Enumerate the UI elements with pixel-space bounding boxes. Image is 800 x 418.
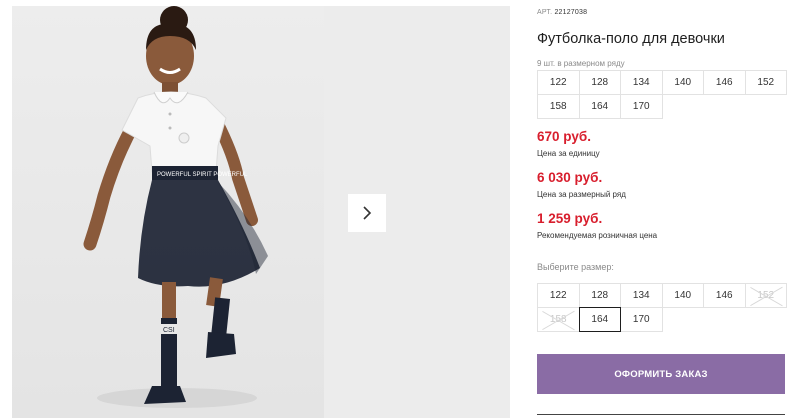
size-selector-grid: 122 128 134 140 146 152 158 164 170	[537, 283, 787, 332]
product-info-panel: АРТ. 22127038 Футболка-поло для девочки …	[537, 0, 800, 418]
product-photo[interactable]: POWERFUL SPIRIT POWERFUL CSI	[12, 6, 324, 418]
divider	[537, 414, 785, 415]
size-option-152-unavailable: 152	[744, 283, 787, 308]
product-title: Футболка-поло для девочки	[537, 31, 725, 47]
series-size-cell: 170	[620, 94, 663, 119]
size-option-128[interactable]: 128	[578, 283, 621, 308]
unit-price: 670 руб.	[537, 129, 591, 144]
series-note: 9 шт. в размерном ряду	[537, 59, 625, 68]
size-option-158-unavailable: 158	[537, 307, 580, 332]
size-option-146[interactable]: 146	[703, 283, 746, 308]
series-price: 6 030 руб.	[537, 170, 603, 185]
series-size-cell: 158	[537, 94, 580, 119]
series-size-cell: 122	[537, 70, 580, 95]
svg-text:POWERFUL SPIRIT POWERFUL: POWERFUL SPIRIT POWERFUL	[157, 172, 248, 178]
series-sizes-grid: 122 128 134 140 146 152 158 164 170	[537, 70, 787, 119]
series-size-cell: 152	[744, 70, 787, 95]
size-option-134[interactable]: 134	[620, 283, 663, 308]
size-option-164-selected[interactable]: 164	[578, 307, 621, 332]
article-label: АРТ.	[537, 9, 553, 16]
series-size-cell: 164	[578, 94, 621, 119]
series-size-cell: 134	[620, 70, 663, 95]
retail-price-label: Рекомендуемая розничная цена	[537, 231, 658, 240]
size-option-170[interactable]: 170	[620, 307, 663, 332]
svg-text:CSI: CSI	[163, 327, 175, 334]
choose-size-label: Выберите размер:	[537, 262, 614, 272]
series-price-label: Цена за размерный ряд	[537, 190, 626, 199]
article-number: АРТ. 22127038	[537, 9, 587, 16]
article-value: 22127038	[554, 9, 588, 16]
product-gallery: POWERFUL SPIRIT POWERFUL CSI	[0, 0, 522, 418]
series-size-cell: 128	[578, 70, 621, 95]
series-size-cell: 140	[661, 70, 704, 95]
place-order-button[interactable]: ОФОРМИТЬ ЗАКАЗ	[537, 354, 785, 394]
next-photo-button[interactable]	[348, 194, 386, 232]
girl-photo-illustration: POWERFUL SPIRIT POWERFUL CSI	[12, 6, 324, 418]
unit-price-label: Цена за единицу	[537, 149, 600, 158]
size-option-122[interactable]: 122	[537, 283, 580, 308]
size-option-140[interactable]: 140	[661, 283, 704, 308]
retail-price: 1 259 руб.	[537, 211, 603, 226]
series-size-cell: 146	[703, 70, 746, 95]
chevron-right-icon	[363, 206, 372, 220]
